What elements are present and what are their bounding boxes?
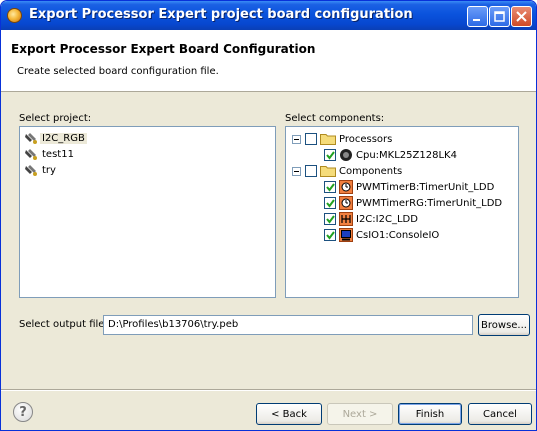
project-item[interactable]: test11	[24, 146, 76, 162]
maximize-icon	[494, 11, 505, 22]
item-checkbox[interactable]	[324, 149, 336, 161]
check-icon	[326, 151, 335, 160]
item-checkbox[interactable]	[324, 229, 336, 241]
close-button[interactable]	[511, 6, 532, 27]
group-label: Components	[339, 165, 403, 177]
header-description: Create selected board configuration file…	[17, 66, 219, 77]
item-label: PWMTimerRG:TimerUnit_LDD	[356, 197, 503, 209]
components-checkbox[interactable]	[305, 165, 317, 177]
tree-group-processors[interactable]: Processors	[292, 131, 392, 147]
tree-item[interactable]: I2C:I2C_LDD	[324, 211, 418, 227]
folder-icon	[320, 134, 336, 145]
header-title: Export Processor Expert Board Configurat…	[11, 42, 316, 56]
collapse-icon[interactable]	[292, 166, 301, 176]
project-label: test11	[42, 148, 74, 160]
title-bar[interactable]: Export Processor Expert project board co…	[1, 1, 536, 30]
browse-button[interactable]: Browse...	[478, 314, 530, 336]
collapse-icon[interactable]	[292, 134, 301, 144]
project-label: try	[42, 164, 56, 176]
project-label: I2C_RGB	[40, 132, 87, 144]
minimize-icon	[473, 19, 480, 21]
component-tree[interactable]: Processors Cpu:MKL25Z128LK4 Components P…	[285, 126, 519, 298]
item-checkbox[interactable]	[324, 197, 336, 209]
project-list[interactable]: I2C_RGB test11 try	[19, 126, 276, 298]
project-item[interactable]: I2C_RGB	[24, 130, 87, 146]
cpu-icon	[340, 149, 352, 161]
item-label: PWMTimerB:TimerUnit_LDD	[356, 181, 495, 193]
output-file-label: Select output file:	[19, 319, 108, 330]
console-icon	[339, 228, 353, 242]
item-label: Cpu:MKL25Z128LK4	[356, 149, 457, 161]
tree-group-components[interactable]: Components	[292, 163, 402, 179]
project-icon	[25, 149, 37, 160]
tree-item[interactable]: CsIO1:ConsoleIO	[324, 227, 439, 243]
export-dialog: Export Processor Expert project board co…	[0, 0, 537, 431]
timer-icon	[339, 180, 353, 194]
window-title: Export Processor Expert project board co…	[29, 7, 413, 22]
item-checkbox[interactable]	[324, 213, 336, 225]
output-file-input[interactable]: D:\Profiles\b13706\try.peb	[103, 315, 473, 335]
next-button[interactable]: Next >	[327, 403, 393, 425]
timer-icon	[339, 196, 353, 210]
maximize-button[interactable]	[489, 6, 510, 27]
check-icon	[326, 199, 335, 208]
select-project-label: Select project:	[19, 113, 92, 124]
close-icon	[516, 11, 527, 22]
app-icon	[7, 8, 22, 23]
cancel-button[interactable]: Cancel	[468, 403, 532, 425]
minimize-button[interactable]	[467, 6, 488, 27]
check-icon	[326, 231, 335, 240]
item-label: I2C:I2C_LDD	[356, 213, 418, 225]
project-icon	[25, 133, 37, 144]
tree-item[interactable]: PWMTimerRG:TimerUnit_LDD	[324, 195, 502, 211]
project-item[interactable]: try	[24, 162, 58, 178]
tree-item[interactable]: Cpu:MKL25Z128LK4	[324, 147, 457, 163]
check-icon	[326, 183, 335, 192]
project-icon	[25, 165, 37, 176]
wizard-header: Export Processor Expert Board Configurat…	[1, 30, 536, 92]
help-icon[interactable]: ?	[13, 402, 33, 422]
check-icon	[326, 215, 335, 224]
footer-separator	[1, 389, 536, 391]
processors-checkbox[interactable]	[305, 133, 317, 145]
i2c-icon	[339, 212, 353, 226]
item-checkbox[interactable]	[324, 181, 336, 193]
tree-item[interactable]: PWMTimerB:TimerUnit_LDD	[324, 179, 494, 195]
back-button[interactable]: < Back	[256, 403, 322, 425]
select-components-label: Select components:	[285, 113, 385, 124]
finish-button[interactable]: Finish	[398, 403, 462, 425]
group-label: Processors	[339, 133, 393, 145]
folder-icon	[320, 166, 336, 177]
item-label: CsIO1:ConsoleIO	[356, 229, 440, 241]
